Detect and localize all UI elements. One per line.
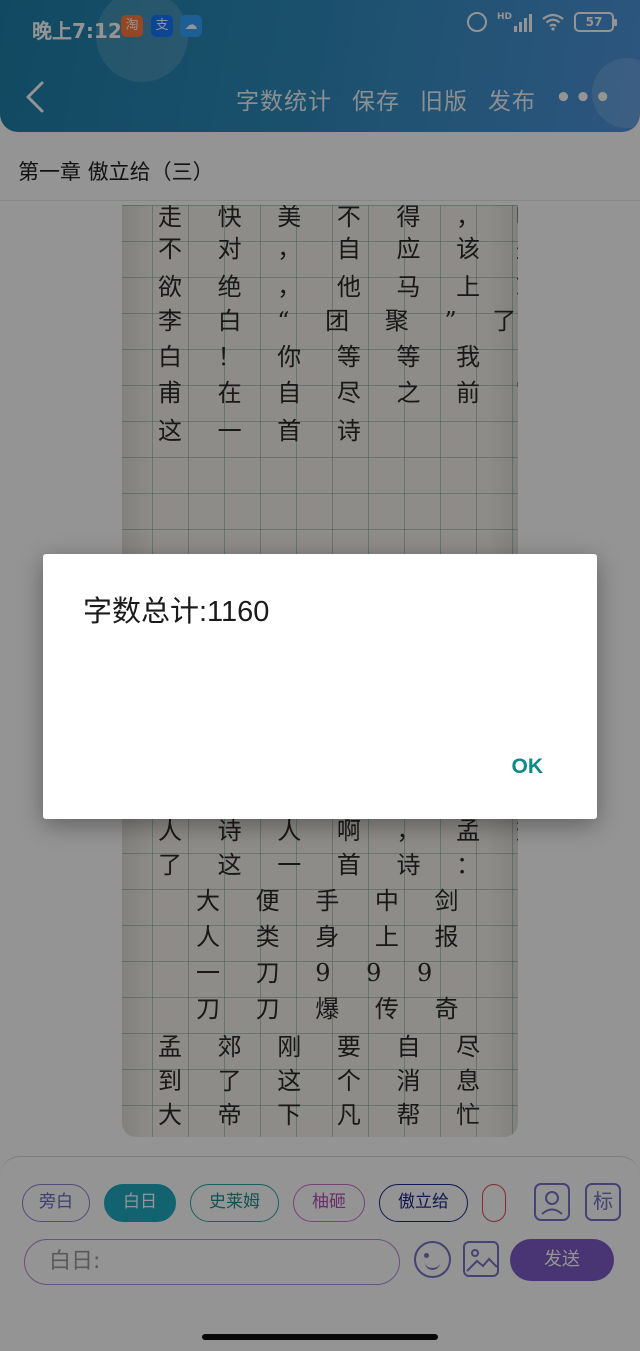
dialog-message: 字数总计:1160 (83, 596, 270, 628)
word-count-dialog: 字数总计:1160 OK (43, 554, 597, 819)
ok-button[interactable]: OK (512, 755, 544, 779)
